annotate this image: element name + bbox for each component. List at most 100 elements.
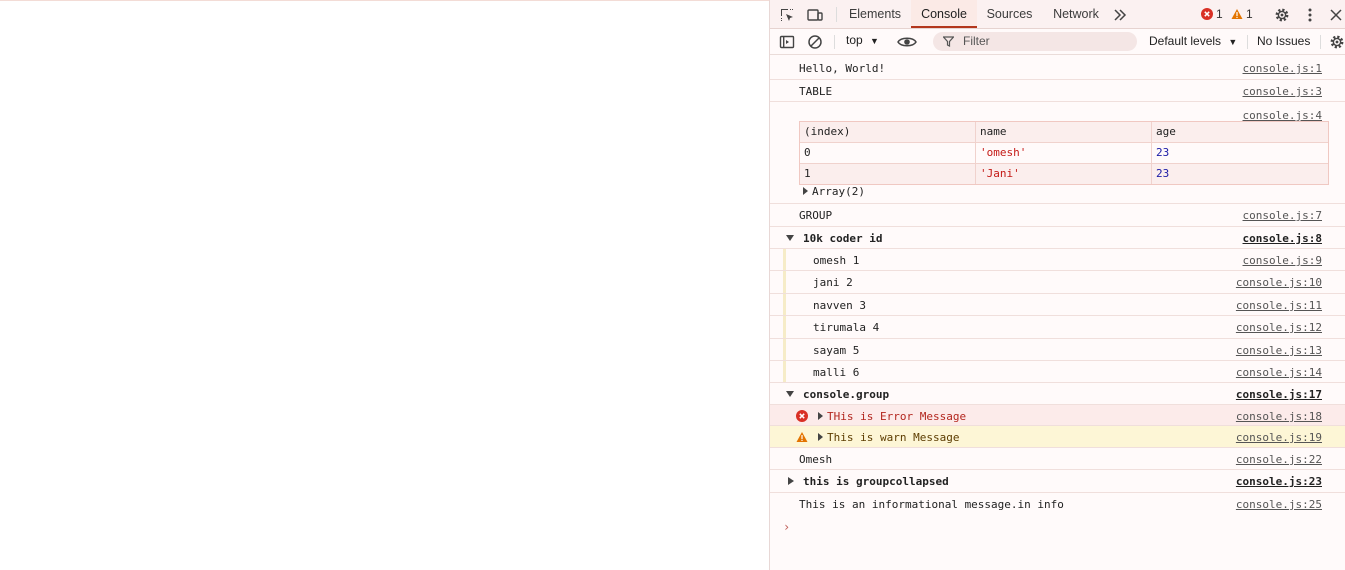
- source-link[interactable]: console.js:1: [1243, 62, 1322, 75]
- more-options-icon[interactable]: [1301, 6, 1319, 24]
- table-header[interactable]: name: [976, 122, 1152, 142]
- source-link[interactable]: console.js:22: [1236, 453, 1322, 466]
- message-text: omesh 1: [813, 254, 860, 267]
- group-title: 10k coder id: [803, 232, 883, 245]
- console-group-header[interactable]: console.group console.js:17: [770, 383, 1345, 405]
- warning-text: This is warn Message: [827, 431, 960, 444]
- filter-icon: [943, 36, 954, 47]
- message-text: TABLE: [799, 85, 833, 98]
- error-icon: [796, 410, 808, 422]
- console-table: (index) name age 0 'omesh' 23 1 'Jani' 2…: [799, 121, 1329, 185]
- message-text: This is an informational message.in info: [799, 498, 1064, 511]
- warning-icon: [1231, 9, 1243, 19]
- console-table-message: console.js:4 (index) name age 0 'omesh' …: [770, 102, 1345, 204]
- console-message: jani 2 console.js:10: [770, 271, 1345, 294]
- source-link[interactable]: console.js:14: [1236, 366, 1322, 379]
- source-link[interactable]: console.js:13: [1236, 344, 1322, 357]
- tab-sources[interactable]: Sources: [981, 0, 1038, 28]
- source-link[interactable]: console.js:17: [1236, 388, 1322, 401]
- error-icon: [1201, 8, 1213, 20]
- array-label: Array(2): [812, 185, 865, 198]
- group-title: this is groupcollapsed: [803, 475, 949, 488]
- error-counter[interactable]: 1: [1201, 7, 1223, 21]
- console-group-header-collapsed[interactable]: this is groupcollapsed console.js:23: [770, 470, 1345, 493]
- inspect-element-icon[interactable]: [778, 6, 796, 24]
- expand-arrow-icon[interactable]: [818, 412, 823, 420]
- chevron-down-icon: ▼: [870, 36, 879, 46]
- warning-count: 1: [1246, 7, 1253, 21]
- sidebar-toggle-icon[interactable]: [778, 33, 796, 51]
- context-label: top: [846, 33, 863, 47]
- log-levels-dropdown[interactable]: Default levels ▼: [1149, 34, 1237, 48]
- expand-arrow-icon: [803, 187, 808, 195]
- inspected-page: [0, 0, 769, 570]
- source-link[interactable]: console.js:7: [1243, 209, 1322, 222]
- console-toolbar: top ▼ Default levels ▼ No Issues: [770, 29, 1345, 55]
- device-toolbar-icon[interactable]: [806, 6, 824, 24]
- warning-counter[interactable]: 1: [1231, 7, 1253, 21]
- array-expander[interactable]: Array(2): [803, 185, 865, 198]
- console-group-header[interactable]: 10k coder id console.js:8: [770, 227, 1345, 249]
- settings-gear-icon[interactable]: [1273, 6, 1291, 24]
- tab-network[interactable]: Network: [1046, 0, 1106, 28]
- chevron-down-icon: ▼: [1228, 37, 1238, 47]
- group-title: console.group: [803, 388, 890, 401]
- source-link[interactable]: console.js:25: [1236, 498, 1322, 511]
- tab-elements[interactable]: Elements: [843, 0, 907, 28]
- table-cell: 'omesh': [976, 143, 1152, 163]
- close-icon[interactable]: [1327, 6, 1345, 24]
- toolbar-divider: [834, 35, 835, 49]
- expand-arrow-icon[interactable]: [818, 433, 823, 441]
- table-cell: 0: [800, 143, 976, 163]
- error-text: THis is Error Message: [827, 410, 967, 423]
- source-link[interactable]: console.js:23: [1236, 475, 1322, 488]
- console-message: navven 3 console.js:11: [770, 294, 1345, 316]
- source-link[interactable]: console.js:19: [1236, 431, 1322, 444]
- context-selector[interactable]: top ▼: [846, 33, 879, 47]
- log-levels-label: Default levels: [1149, 34, 1222, 48]
- collapse-arrow-icon: [786, 235, 794, 241]
- console-settings-gear-icon[interactable]: [1328, 33, 1345, 51]
- table-header[interactable]: age: [1152, 122, 1328, 142]
- more-tabs-icon[interactable]: [1111, 6, 1129, 24]
- clear-console-icon[interactable]: [806, 33, 824, 51]
- message-text: GROUP: [799, 209, 833, 222]
- source-link[interactable]: console.js:10: [1236, 276, 1322, 289]
- table-cell: 1: [800, 164, 976, 184]
- live-expression-eye-icon[interactable]: [896, 33, 918, 51]
- console-message: TABLE console.js:3: [770, 80, 1345, 102]
- error-count: 1: [1216, 7, 1223, 21]
- console-message: Hello, World! console.js:1: [770, 57, 1345, 80]
- table-cell: 'Jani': [976, 164, 1152, 184]
- tab-console[interactable]: Console: [911, 0, 977, 28]
- filter-input[interactable]: [961, 33, 1125, 49]
- table-header-row: (index) name age: [800, 122, 1328, 143]
- table-header[interactable]: (index): [800, 122, 976, 142]
- console-message: tirumala 4 console.js:12: [770, 316, 1345, 339]
- console-prompt[interactable]: ›: [783, 520, 790, 534]
- console-message: malli 6 console.js:14: [770, 361, 1345, 383]
- toolbar-divider: [1247, 35, 1248, 49]
- message-text: sayam 5: [813, 344, 860, 357]
- source-link[interactable]: console.js:9: [1243, 254, 1322, 267]
- console-warning-message: This is warn Message console.js:19: [770, 426, 1345, 448]
- warning-icon: [796, 432, 808, 442]
- message-text: malli 6: [813, 366, 860, 379]
- devtools-tabbar: Elements Console Sources Network 1 1: [770, 0, 1345, 29]
- source-link[interactable]: console.js:11: [1236, 299, 1322, 312]
- source-link[interactable]: console.js:3: [1243, 85, 1322, 98]
- tabbar-divider: [836, 7, 837, 22]
- console-message: Omesh console.js:22: [770, 448, 1345, 470]
- table-cell: 23: [1156, 167, 1170, 180]
- table-row: 0 'omesh' 23: [800, 143, 1328, 164]
- issues-button[interactable]: No Issues: [1257, 34, 1310, 48]
- collapse-arrow-icon: [786, 391, 794, 397]
- message-text: tirumala 4: [813, 321, 880, 334]
- source-link[interactable]: console.js:18: [1236, 410, 1322, 423]
- table-cell: 23: [1156, 146, 1170, 159]
- source-link[interactable]: console.js:8: [1243, 232, 1322, 245]
- source-link[interactable]: console.js:12: [1236, 321, 1322, 334]
- table-row: 1 'Jani' 23: [800, 164, 1328, 184]
- filter-field[interactable]: [933, 32, 1137, 51]
- message-text: Omesh: [799, 453, 833, 466]
